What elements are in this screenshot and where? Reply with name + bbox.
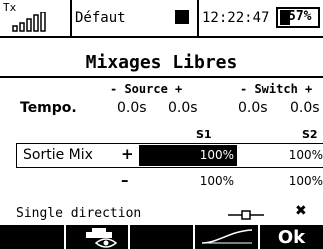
column-header-s1: S1	[196, 128, 212, 141]
single-direction-label: Single direction	[16, 206, 142, 221]
model-name: Défaut	[75, 10, 126, 26]
page-title: Mixages Libres	[85, 52, 238, 73]
status-bar: Tx Défaut 12:22:47 57%	[0, 0, 323, 38]
tempo-switch-minus[interactable]: 0.0s	[238, 100, 268, 116]
switch-header: - Switch +	[240, 82, 313, 96]
row-minus-sign: –	[121, 171, 129, 189]
tempo-label: Tempo.	[20, 100, 77, 116]
signal-strength-icon	[12, 12, 46, 32]
sortie-mix-label: Sortie Mix	[23, 147, 93, 163]
stop-square-icon	[175, 10, 189, 24]
s1-minus-value[interactable]: 100%	[139, 174, 234, 188]
row-plus-sign: +	[121, 145, 134, 163]
clock-time: 12:22:47	[202, 10, 270, 26]
ok-button[interactable]: Ok	[260, 227, 323, 248]
s1-plus-value: 100%	[199, 148, 234, 162]
s2-minus-value[interactable]: 100%	[237, 174, 323, 188]
title-divider	[0, 76, 323, 78]
tempo-source-plus[interactable]: 0.0s	[168, 100, 198, 116]
s2-plus-value[interactable]: 100%	[237, 148, 323, 162]
tempo-switch-plus[interactable]: 0.0s	[290, 100, 320, 116]
source-header: - Source +	[110, 82, 183, 96]
single-direction-value[interactable]: ✖	[295, 203, 307, 219]
battery-percent: 57%	[288, 9, 312, 24]
column-header-s2: S2	[302, 128, 318, 141]
curve-graph-icon[interactable]	[200, 227, 254, 247]
tempo-source-minus[interactable]: 0.0s	[117, 100, 147, 116]
switch-select-icon[interactable]	[226, 206, 266, 220]
view-toggle-icon[interactable]	[84, 226, 124, 248]
